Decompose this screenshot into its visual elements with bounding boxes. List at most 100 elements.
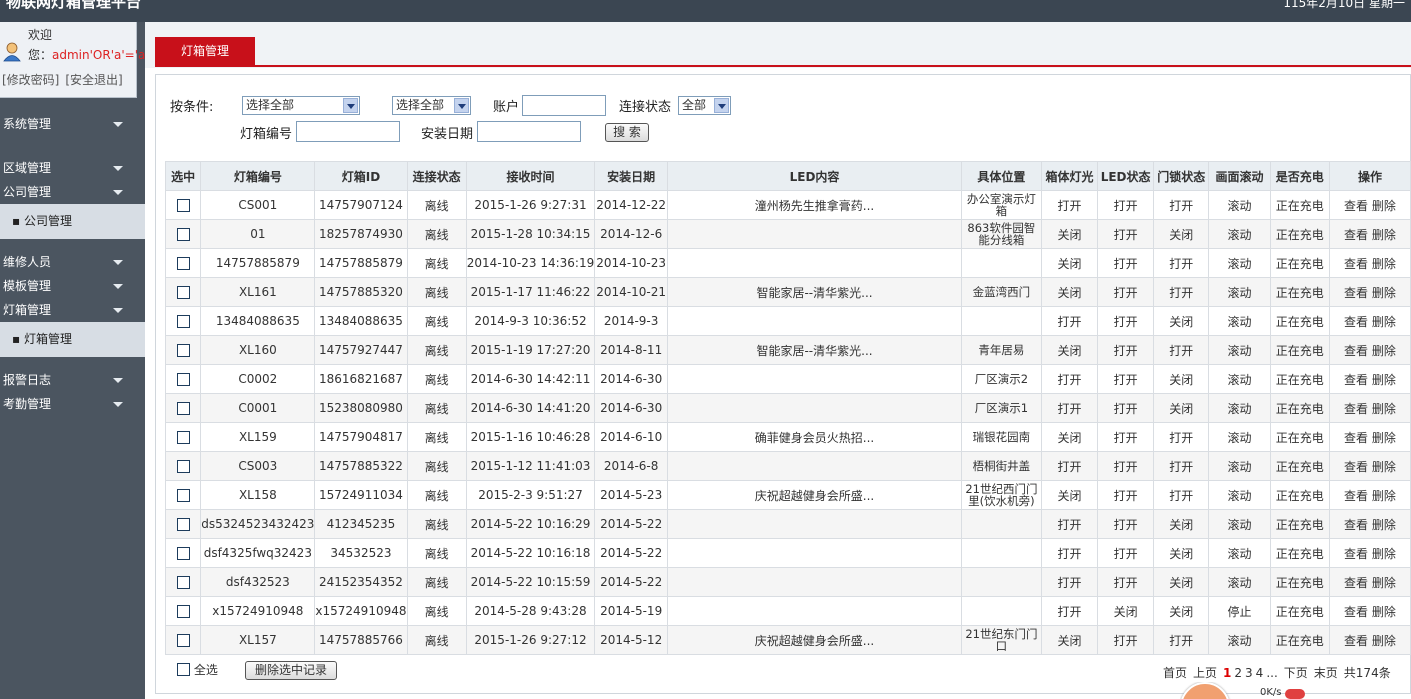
delete-link[interactable]: 删除: [1372, 431, 1396, 445]
first-page-link[interactable]: 首页: [1163, 666, 1187, 680]
view-link[interactable]: 查看: [1344, 228, 1368, 242]
row-select-cell: [164, 509, 202, 539]
column-header: 门锁状态: [1152, 161, 1210, 191]
menu-template[interactable]: 模板管理: [0, 275, 145, 297]
page-link-3[interactable]: 3: [1245, 666, 1253, 680]
delete-link[interactable]: 删除: [1372, 518, 1396, 532]
row-checkbox[interactable]: [176, 315, 190, 328]
menu-attendance[interactable]: 考勤管理: [0, 393, 145, 415]
menu-attendance-label: 考勤管理: [3, 397, 52, 411]
row-actions: 查看 删除: [1328, 509, 1411, 539]
select-filter-2[interactable]: 选择全部: [392, 96, 471, 115]
table-row: 14757885879 14757885879 离线 2014-10-23 14:36…: [164, 248, 1411, 278]
page-link-2[interactable]: 2: [1234, 666, 1242, 680]
delete-link[interactable]: 删除: [1372, 634, 1396, 648]
row-checkbox[interactable]: [176, 286, 190, 299]
view-link[interactable]: 查看: [1344, 576, 1368, 590]
connection-status-select[interactable]: 全部: [678, 96, 731, 115]
table-cell: 瑞银花园南: [960, 422, 1042, 452]
tab-lightbox-management[interactable]: 灯箱管理: [155, 37, 255, 66]
table-cell: 滚动: [1208, 248, 1271, 278]
view-link[interactable]: 查看: [1344, 605, 1368, 619]
search-button[interactable]: 搜 索: [605, 123, 649, 142]
row-checkbox[interactable]: [176, 547, 190, 560]
delete-selected-button[interactable]: 删除选中记录: [245, 661, 337, 680]
table-cell: XL157: [200, 625, 316, 655]
menu-region[interactable]: 区域管理: [0, 157, 145, 179]
select-all-checkbox[interactable]: [177, 663, 190, 676]
menu-system[interactable]: 系统管理: [0, 113, 145, 135]
view-link[interactable]: 查看: [1344, 315, 1368, 329]
row-actions: 查看 删除: [1328, 451, 1411, 481]
delete-link[interactable]: 删除: [1372, 460, 1396, 474]
table-cell: 2014-6-30: [594, 364, 669, 394]
view-link[interactable]: 查看: [1344, 489, 1368, 503]
view-link[interactable]: 查看: [1344, 373, 1368, 387]
submenu-company[interactable]: ▪ 公司管理: [0, 204, 145, 239]
delete-link[interactable]: 删除: [1372, 489, 1396, 503]
prev-page-link[interactable]: 上页: [1193, 666, 1217, 680]
delete-link[interactable]: 删除: [1372, 228, 1396, 242]
view-link[interactable]: 查看: [1344, 402, 1368, 416]
row-checkbox[interactable]: [176, 373, 190, 386]
view-link[interactable]: 查看: [1344, 431, 1368, 445]
table-cell: 2014-5-19: [594, 596, 669, 626]
row-checkbox[interactable]: [176, 576, 190, 589]
view-link[interactable]: 查看: [1344, 634, 1368, 648]
menu-company[interactable]: 公司管理: [0, 181, 145, 203]
box-number-input[interactable]: [296, 121, 400, 142]
table-cell: 离线: [406, 509, 467, 539]
last-page-link[interactable]: 末页: [1314, 666, 1338, 680]
submenu-lightbox[interactable]: ▪ 灯箱管理: [0, 322, 145, 357]
logout-link[interactable]: [安全退出]: [65, 73, 122, 87]
select-filter-1[interactable]: 选择全部: [242, 96, 360, 115]
view-link[interactable]: 查看: [1344, 286, 1368, 300]
menu-lightbox[interactable]: 灯箱管理: [0, 299, 145, 321]
table-cell: 打开: [1040, 190, 1099, 220]
table-cell: 离线: [406, 219, 467, 249]
table-cell: 2014-12-6: [594, 219, 669, 249]
install-date-input[interactable]: [477, 121, 581, 142]
next-page-link[interactable]: 下页: [1284, 666, 1308, 680]
view-link[interactable]: 查看: [1344, 344, 1368, 358]
row-checkbox[interactable]: [176, 228, 190, 241]
row-checkbox[interactable]: [176, 431, 190, 444]
change-password-link[interactable]: [修改密码]: [2, 73, 59, 87]
account-input[interactable]: [522, 95, 606, 116]
table-cell: 打开: [1040, 538, 1099, 568]
row-checkbox[interactable]: [176, 460, 190, 473]
row-checkbox[interactable]: [176, 257, 190, 270]
delete-link[interactable]: 删除: [1372, 547, 1396, 561]
table-cell: 梧桐街井盖: [960, 451, 1042, 481]
delete-link[interactable]: 删除: [1372, 605, 1396, 619]
table-cell: 正在充电: [1269, 364, 1330, 394]
row-checkbox[interactable]: [176, 634, 190, 647]
view-link[interactable]: 查看: [1344, 460, 1368, 474]
menu-repair[interactable]: 维修人员: [0, 251, 145, 273]
delete-link[interactable]: 删除: [1372, 286, 1396, 300]
delete-link[interactable]: 删除: [1372, 315, 1396, 329]
delete-link[interactable]: 删除: [1372, 199, 1396, 213]
delete-link[interactable]: 删除: [1372, 257, 1396, 271]
row-checkbox[interactable]: [176, 605, 190, 618]
row-checkbox[interactable]: [176, 518, 190, 531]
view-link[interactable]: 查看: [1344, 518, 1368, 532]
view-link[interactable]: 查看: [1344, 257, 1368, 271]
table-cell: 正在充电: [1269, 190, 1330, 220]
delete-link[interactable]: 删除: [1372, 576, 1396, 590]
delete-link[interactable]: 删除: [1372, 373, 1396, 387]
delete-link[interactable]: 删除: [1372, 402, 1396, 416]
row-checkbox[interactable]: [176, 489, 190, 502]
row-checkbox[interactable]: [176, 402, 190, 415]
delete-link[interactable]: 删除: [1372, 344, 1396, 358]
row-checkbox[interactable]: [176, 344, 190, 357]
menu-alarm[interactable]: 报警日志: [0, 369, 145, 391]
view-link[interactable]: 查看: [1344, 199, 1368, 213]
table-row: C0002 18616821687 离线 2014-6-30 14:42:11 2014…: [164, 364, 1411, 394]
table-cell: 2015-1-12 11:41:03: [465, 451, 596, 481]
chevron-down-icon: [113, 190, 123, 195]
chevron-down-icon: [454, 98, 469, 113]
view-link[interactable]: 查看: [1344, 547, 1368, 561]
page-link-4[interactable]: 4: [1256, 666, 1264, 680]
row-checkbox[interactable]: [176, 199, 190, 212]
